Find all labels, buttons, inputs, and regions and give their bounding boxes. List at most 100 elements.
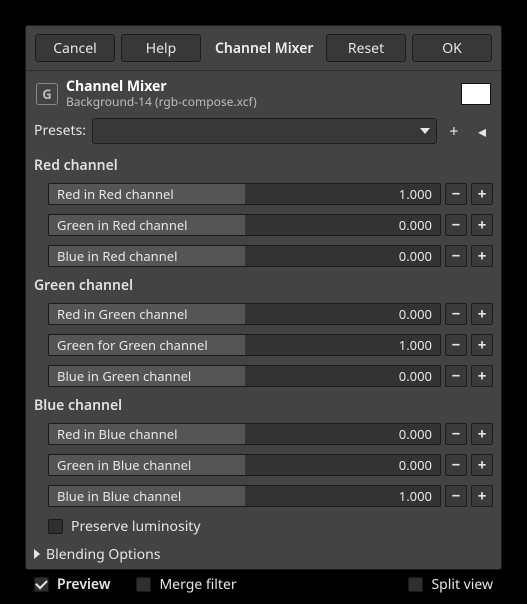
split-view-checkbox[interactable]: [408, 577, 423, 592]
channel-mixer-dialog: Cancel Help Channel Mixer Reset OK G Cha…: [25, 25, 502, 570]
plus-icon: +: [478, 215, 487, 235]
minus-icon: −: [452, 215, 461, 235]
filter-header: G Channel Mixer Background-14 (rgb-compo…: [34, 77, 493, 113]
minus-icon: −: [452, 246, 461, 266]
increment-button[interactable]: +: [471, 485, 493, 507]
increment-button[interactable]: +: [471, 365, 493, 387]
minus-icon: −: [452, 184, 461, 204]
help-button[interactable]: Help: [121, 34, 201, 62]
slider-value: 1.000: [399, 336, 432, 354]
slider-red-in-green-track[interactable]: Red in Green channel 0.000: [48, 303, 441, 325]
plus-icon: +: [478, 366, 487, 386]
slider-green-in-red: Green in Red channel 0.000 − +: [34, 211, 493, 239]
increment-button[interactable]: +: [471, 334, 493, 356]
gimp-icon: G: [36, 83, 58, 105]
minus-icon: −: [452, 366, 461, 386]
preview-swatch[interactable]: [461, 83, 491, 105]
plus-icon: +: [478, 335, 487, 355]
slider-label: Blue in Blue channel: [57, 487, 181, 505]
decrement-button[interactable]: −: [445, 423, 467, 445]
decrement-button[interactable]: −: [445, 214, 467, 236]
section-blue-label: Blue channel: [34, 393, 493, 417]
slider-green-in-blue: Green in Blue channel 0.000 − +: [34, 451, 493, 479]
slider-label: Green in Blue channel: [57, 456, 191, 474]
split-view-label: Split view: [431, 575, 493, 594]
filter-header-texts: Channel Mixer Background-14 (rgb-compose…: [66, 79, 453, 109]
slider-blue-in-green-track[interactable]: Blue in Green channel 0.000: [48, 365, 441, 387]
slider-green-in-green-track[interactable]: Green for Green channel 1.000: [48, 334, 441, 356]
dialog-content: G Channel Mixer Background-14 (rgb-compo…: [26, 71, 501, 604]
plus-icon: +: [478, 304, 487, 324]
slider-green-in-red-track[interactable]: Green in Red channel 0.000: [48, 214, 441, 236]
slider-label: Red in Red channel: [57, 185, 174, 203]
increment-button[interactable]: +: [471, 183, 493, 205]
increment-button[interactable]: +: [471, 245, 493, 267]
add-preset-button[interactable]: +: [443, 120, 465, 142]
slider-blue-in-red-track[interactable]: Blue in Red channel 0.000: [48, 245, 441, 267]
ok-button[interactable]: OK: [412, 34, 492, 62]
chevron-right-icon: [34, 549, 40, 559]
slider-label: Blue in Green channel: [57, 367, 191, 385]
decrement-button[interactable]: −: [445, 334, 467, 356]
plus-icon: +: [478, 424, 487, 444]
increment-button[interactable]: +: [471, 423, 493, 445]
slider-label: Green in Red channel: [57, 216, 188, 234]
preserve-luminosity-label: Preserve luminosity: [71, 517, 201, 536]
minus-icon: −: [452, 335, 461, 355]
bottom-options-row: Preview Merge filter Split view: [34, 569, 493, 594]
slider-value: 0.000: [399, 216, 432, 234]
slider-red-in-red-track[interactable]: Red in Red channel 1.000: [48, 183, 441, 205]
filter-source: Background-14 (rgb-compose.xcf): [66, 95, 453, 109]
slider-green-in-blue-track[interactable]: Green in Blue channel 0.000: [48, 454, 441, 476]
merge-filter-checkbox[interactable]: [136, 577, 151, 592]
slider-red-in-red: Red in Red channel 1.000 − +: [34, 180, 493, 208]
merge-filter-label: Merge filter: [159, 575, 236, 594]
reset-button[interactable]: Reset: [326, 34, 406, 62]
decrement-button[interactable]: −: [445, 365, 467, 387]
plus-icon: +: [478, 486, 487, 506]
plus-icon: +: [449, 120, 458, 142]
slider-blue-in-blue-track[interactable]: Blue in Blue channel 1.000: [48, 485, 441, 507]
slider-red-in-green: Red in Green channel 0.000 − +: [34, 300, 493, 328]
section-red-label: Red channel: [34, 153, 493, 177]
increment-button[interactable]: +: [471, 454, 493, 476]
slider-label: Red in Blue channel: [57, 425, 177, 443]
slider-blue-in-blue: Blue in Blue channel 1.000 − +: [34, 482, 493, 510]
increment-button[interactable]: +: [471, 303, 493, 325]
decrement-button[interactable]: −: [445, 303, 467, 325]
blending-options-expander[interactable]: Blending Options: [34, 541, 493, 566]
minus-icon: −: [452, 304, 461, 324]
decrement-button[interactable]: −: [445, 485, 467, 507]
slider-value: 1.000: [399, 487, 432, 505]
slider-label: Red in Green channel: [57, 305, 188, 323]
plus-icon: +: [478, 455, 487, 475]
decrement-button[interactable]: −: [445, 454, 467, 476]
presets-label: Presets:: [34, 121, 86, 140]
manage-icon: ◂: [478, 120, 486, 142]
slider-red-in-blue-track[interactable]: Red in Blue channel 0.000: [48, 423, 441, 445]
section-green-label: Green channel: [34, 273, 493, 297]
presets-row: Presets: + ◂: [34, 116, 493, 150]
slider-label: Green for Green channel: [57, 336, 208, 354]
decrement-button[interactable]: −: [445, 183, 467, 205]
blending-options-label: Blending Options: [46, 545, 160, 564]
slider-label: Blue in Red channel: [57, 247, 177, 265]
increment-button[interactable]: +: [471, 214, 493, 236]
preview-checkbox[interactable]: [34, 577, 49, 592]
slider-red-in-blue: Red in Blue channel 0.000 − +: [34, 420, 493, 448]
chevron-down-icon: [420, 128, 430, 134]
minus-icon: −: [452, 455, 461, 475]
decrement-button[interactable]: −: [445, 245, 467, 267]
dialog-title-text: Channel Mixer: [207, 39, 320, 58]
presets-combo[interactable]: [92, 118, 437, 144]
slider-blue-in-green: Blue in Green channel 0.000 − +: [34, 362, 493, 390]
cancel-button[interactable]: Cancel: [35, 34, 115, 62]
plus-icon: +: [478, 184, 487, 204]
manage-presets-button[interactable]: ◂: [471, 120, 493, 142]
plus-icon: +: [478, 246, 487, 266]
slider-blue-in-red: Blue in Red channel 0.000 − +: [34, 242, 493, 270]
preserve-luminosity-checkbox[interactable]: [48, 519, 63, 534]
slider-value: 0.000: [399, 456, 432, 474]
slider-value: 0.000: [399, 425, 432, 443]
minus-icon: −: [452, 486, 461, 506]
